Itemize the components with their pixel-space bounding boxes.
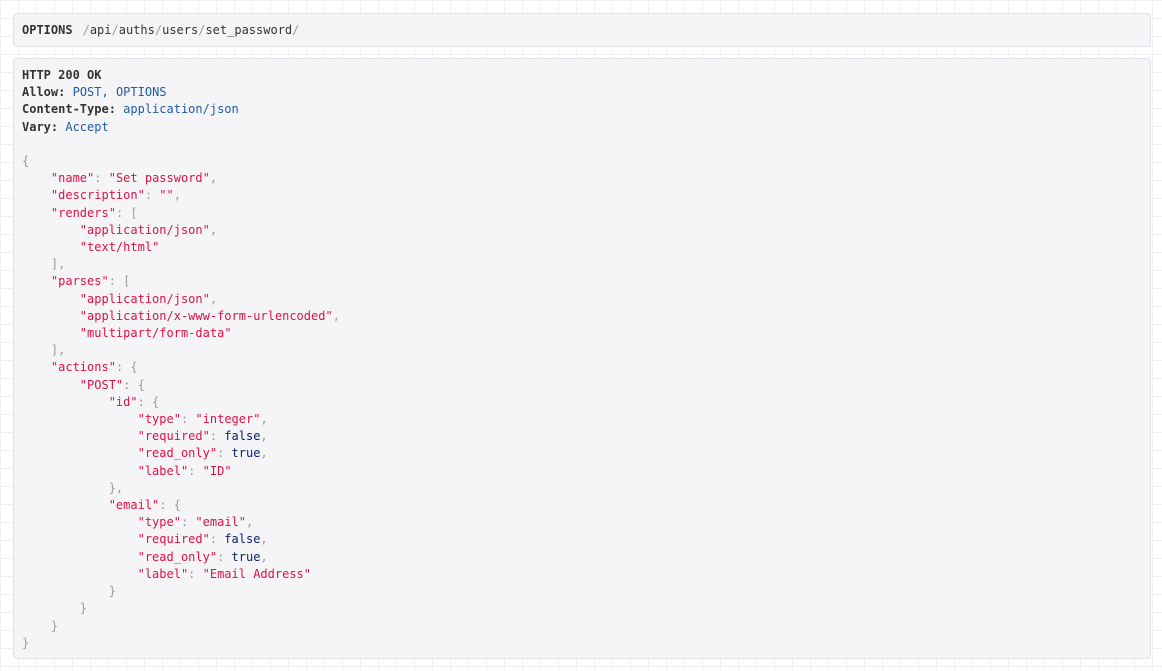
json-key-email: "email"	[108, 498, 160, 513]
json-value-read-only: true	[231, 446, 261, 461]
json-key-read-only: "read_only"	[137, 549, 218, 564]
path-separator: /	[111, 23, 119, 37]
header-key-vary: Vary:	[22, 119, 59, 134]
json-value-label: "Email Address"	[202, 566, 312, 581]
path-separator: /	[292, 23, 300, 37]
json-key-read-only: "read_only"	[137, 446, 218, 461]
json-key-post: "POST"	[79, 377, 124, 392]
json-key-required: "required"	[137, 429, 210, 444]
json-key-renders: "renders"	[50, 205, 116, 220]
json-value-description: ""	[159, 188, 174, 203]
json-value-label: "ID"	[202, 463, 232, 478]
header-value-allow: POST, OPTIONS	[72, 85, 167, 100]
json-key-type: "type"	[137, 412, 181, 427]
path-separator: /	[154, 23, 163, 37]
header-key-allow: Allow:	[22, 85, 66, 100]
header-value-content-type: application/json	[123, 102, 239, 117]
json-key-required: "required"	[137, 532, 210, 547]
json-key-type: "type"	[137, 515, 181, 530]
path-segment: users	[162, 23, 199, 37]
header-value-vary: Accept	[65, 119, 109, 134]
json-key-id: "id"	[108, 394, 138, 409]
json-value-parses-item: "application/x-www-form-urlencoded"	[79, 308, 333, 323]
json-key-parses: "parses"	[50, 274, 109, 289]
request-bar: OPTIONS /api/auths/users/set_password/	[13, 13, 1151, 47]
json-value-name: "Set password"	[108, 171, 210, 186]
json-key-name: "name"	[50, 171, 95, 186]
json-value-parses-item: "application/json"	[79, 291, 210, 306]
path-separator: /	[82, 23, 90, 37]
header-key-content-type: Content-Type:	[22, 102, 116, 117]
response-panel: HTTP 200 OK Allow: POST, OPTIONS Content…	[13, 58, 1151, 659]
json-value-renders-item: "application/json"	[79, 222, 210, 237]
json-key-label: "label"	[137, 463, 189, 478]
json-value-required: false	[224, 429, 261, 444]
request-method: OPTIONS	[22, 23, 73, 37]
json-value-required: false	[224, 532, 261, 547]
json-key-actions: "actions"	[50, 360, 116, 375]
request-path[interactable]: /api/auths/users/set_password/	[83, 23, 300, 37]
json-value-read-only: true	[231, 549, 261, 564]
json-value-type: "integer"	[195, 412, 261, 427]
json-value-renders-item: "text/html"	[79, 240, 160, 255]
status-line: HTTP 200 OK	[22, 68, 102, 82]
path-segment: set_password	[205, 23, 293, 37]
path-segment: auths	[118, 23, 155, 37]
json-key-description: "description"	[50, 188, 145, 203]
path-segment: api	[89, 23, 112, 37]
json-value-parses-item: "multipart/form-data"	[79, 326, 232, 341]
json-key-label: "label"	[137, 566, 189, 581]
response-content: HTTP 200 OK Allow: POST, OPTIONS Content…	[22, 68, 340, 650]
json-value-type: "email"	[195, 515, 246, 530]
